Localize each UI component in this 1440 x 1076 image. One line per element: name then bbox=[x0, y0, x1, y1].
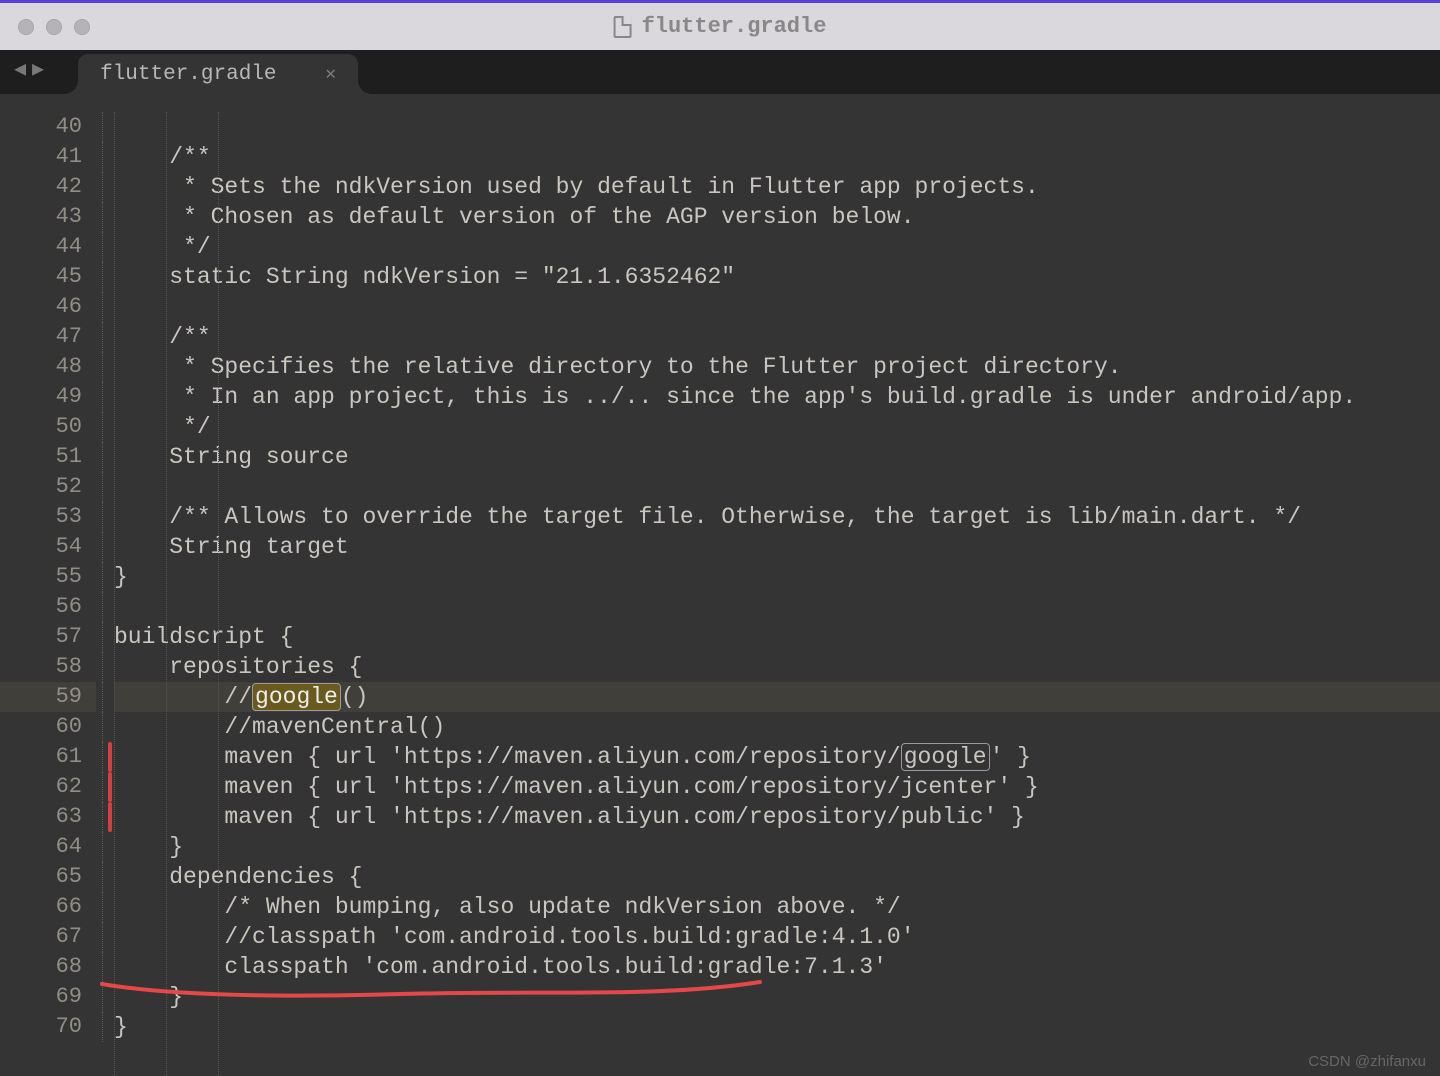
code-line[interactable] bbox=[114, 592, 1440, 622]
change-bar bbox=[108, 802, 112, 832]
line-number: 69 bbox=[0, 982, 82, 1012]
code-area[interactable]: /** * Sets the ndkVersion used by defaul… bbox=[110, 94, 1440, 1076]
tab-strip: ◀ ▶ flutter.gradle ✕ bbox=[0, 50, 1440, 94]
code-editor[interactable]: 4041424344454647484950515253545556575859… bbox=[0, 94, 1440, 1076]
code-line[interactable]: } bbox=[114, 832, 1440, 862]
code-line[interactable]: /* When bumping, also update ndkVersion … bbox=[114, 892, 1440, 922]
line-number: 58 bbox=[0, 652, 82, 682]
code-line[interactable]: } bbox=[114, 562, 1440, 592]
line-number: 63 bbox=[0, 802, 82, 832]
code-line[interactable] bbox=[114, 112, 1440, 142]
line-number: 53 bbox=[0, 502, 82, 532]
code-line[interactable]: } bbox=[114, 1012, 1440, 1042]
code-line[interactable]: */ bbox=[114, 412, 1440, 442]
code-line[interactable]: repositories { bbox=[114, 652, 1440, 682]
line-number: 64 bbox=[0, 832, 82, 862]
line-number: 54 bbox=[0, 532, 82, 562]
line-number: 40 bbox=[0, 112, 82, 142]
code-line[interactable] bbox=[114, 292, 1440, 322]
line-number: 47 bbox=[0, 322, 82, 352]
nav-forward-icon[interactable]: ▶ bbox=[32, 56, 44, 82]
code-line[interactable]: //google() bbox=[114, 682, 1440, 712]
change-bar bbox=[108, 742, 112, 772]
code-line[interactable]: } bbox=[114, 982, 1440, 1012]
history-nav: ◀ ▶ bbox=[0, 50, 58, 94]
line-number: 65 bbox=[0, 862, 82, 892]
line-number: 66 bbox=[0, 892, 82, 922]
line-number: 67 bbox=[0, 922, 82, 952]
code-line[interactable]: classpath 'com.android.tools.build:gradl… bbox=[114, 952, 1440, 982]
document-icon bbox=[614, 16, 632, 38]
code-line[interactable]: * In an app project, this is ../.. since… bbox=[114, 382, 1440, 412]
line-number: 62 bbox=[0, 772, 82, 802]
window-title: flutter.gradle bbox=[614, 14, 827, 39]
code-line[interactable]: buildscript { bbox=[114, 622, 1440, 652]
window-maximize-button[interactable] bbox=[74, 19, 90, 35]
code-line[interactable]: //mavenCentral() bbox=[114, 712, 1440, 742]
code-line[interactable]: /** bbox=[114, 142, 1440, 172]
watermark: CSDN @zhifanxu bbox=[1308, 1053, 1426, 1070]
window-minimize-button[interactable] bbox=[46, 19, 62, 35]
tab-close-icon[interactable]: ✕ bbox=[325, 63, 336, 85]
code-line[interactable]: String target bbox=[114, 532, 1440, 562]
line-number: 44 bbox=[0, 232, 82, 262]
window-close-button[interactable] bbox=[18, 19, 34, 35]
line-number: 57 bbox=[0, 622, 82, 652]
line-number: 46 bbox=[0, 292, 82, 322]
code-line[interactable]: maven { url 'https://maven.aliyun.com/re… bbox=[114, 742, 1440, 772]
code-line[interactable]: String source bbox=[114, 442, 1440, 472]
code-line[interactable]: * Sets the ndkVersion used by default in… bbox=[114, 172, 1440, 202]
line-number: 50 bbox=[0, 412, 82, 442]
editor-tab[interactable]: flutter.gradle ✕ bbox=[78, 54, 358, 94]
line-number: 55 bbox=[0, 562, 82, 592]
line-number: 52 bbox=[0, 472, 82, 502]
code-line[interactable]: */ bbox=[114, 232, 1440, 262]
line-number: 45 bbox=[0, 262, 82, 292]
code-line[interactable]: /** Allows to override the target file. … bbox=[114, 502, 1440, 532]
line-number: 41 bbox=[0, 142, 82, 172]
line-number-gutter: 4041424344454647484950515253545556575859… bbox=[0, 94, 96, 1076]
line-number: 42 bbox=[0, 172, 82, 202]
code-line[interactable]: dependencies { bbox=[114, 862, 1440, 892]
window-controls bbox=[18, 19, 90, 35]
line-number: 68 bbox=[0, 952, 82, 982]
line-number: 56 bbox=[0, 592, 82, 622]
code-line[interactable]: //classpath 'com.android.tools.build:gra… bbox=[114, 922, 1440, 952]
window-titlebar: flutter.gradle bbox=[0, 0, 1440, 50]
window-title-text: flutter.gradle bbox=[642, 14, 827, 39]
nav-back-icon[interactable]: ◀ bbox=[14, 56, 26, 82]
change-bar bbox=[108, 772, 112, 802]
line-number: 70 bbox=[0, 1012, 82, 1042]
line-number: 43 bbox=[0, 202, 82, 232]
code-line[interactable]: /** bbox=[114, 322, 1440, 352]
tab-label: flutter.gradle bbox=[100, 63, 276, 86]
fold-strip bbox=[96, 94, 110, 1076]
line-number: 48 bbox=[0, 352, 82, 382]
code-line[interactable]: maven { url 'https://maven.aliyun.com/re… bbox=[114, 802, 1440, 832]
code-line[interactable]: maven { url 'https://maven.aliyun.com/re… bbox=[114, 772, 1440, 802]
line-number: 59 bbox=[0, 682, 96, 712]
line-number: 61 bbox=[0, 742, 82, 772]
line-number: 49 bbox=[0, 382, 82, 412]
code-line[interactable]: static String ndkVersion = "21.1.6352462… bbox=[114, 262, 1440, 292]
line-number: 51 bbox=[0, 442, 82, 472]
code-line[interactable]: * Chosen as default version of the AGP v… bbox=[114, 202, 1440, 232]
code-line[interactable]: * Specifies the relative directory to th… bbox=[114, 352, 1440, 382]
code-line[interactable] bbox=[114, 472, 1440, 502]
line-number: 60 bbox=[0, 712, 82, 742]
